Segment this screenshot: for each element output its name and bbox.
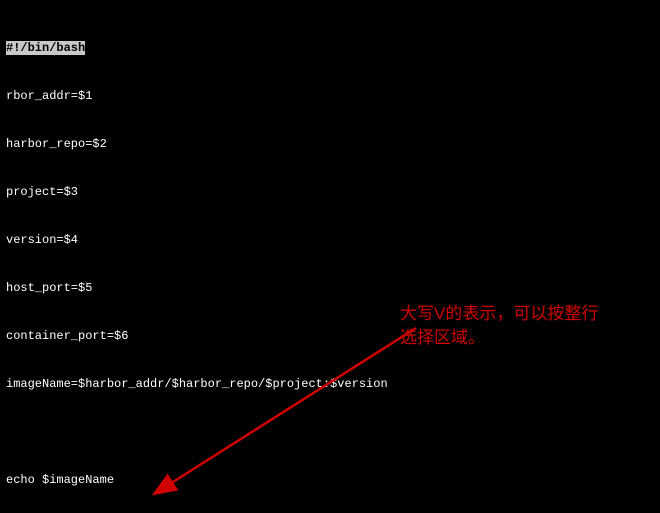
blank-line [6, 424, 654, 440]
code-line: project=$3 [6, 184, 654, 200]
annotation-line1: 大写V的表示，可以按整行 [400, 302, 640, 326]
code-line: rbor_addr=$1 [6, 88, 654, 104]
terminal-view[interactable]: #!/bin/bash rbor_addr=$1 harbor_repo=$2 … [0, 0, 660, 513]
selected-text: #!/bin/bash [6, 41, 85, 55]
code-line-shebang: #!/bin/bash [6, 40, 654, 56]
code-line: host_port=$5 [6, 280, 654, 296]
code-line: version=$4 [6, 232, 654, 248]
code-line: echo $imageName [6, 472, 654, 488]
annotation-text: 大写V的表示，可以按整行 选择区域。 [400, 302, 640, 350]
code-line: harbor_repo=$2 [6, 136, 654, 152]
annotation-line2: 选择区域。 [400, 326, 640, 350]
code-line: imageName=$harbor_addr/$harbor_repo/$pro… [6, 376, 654, 392]
